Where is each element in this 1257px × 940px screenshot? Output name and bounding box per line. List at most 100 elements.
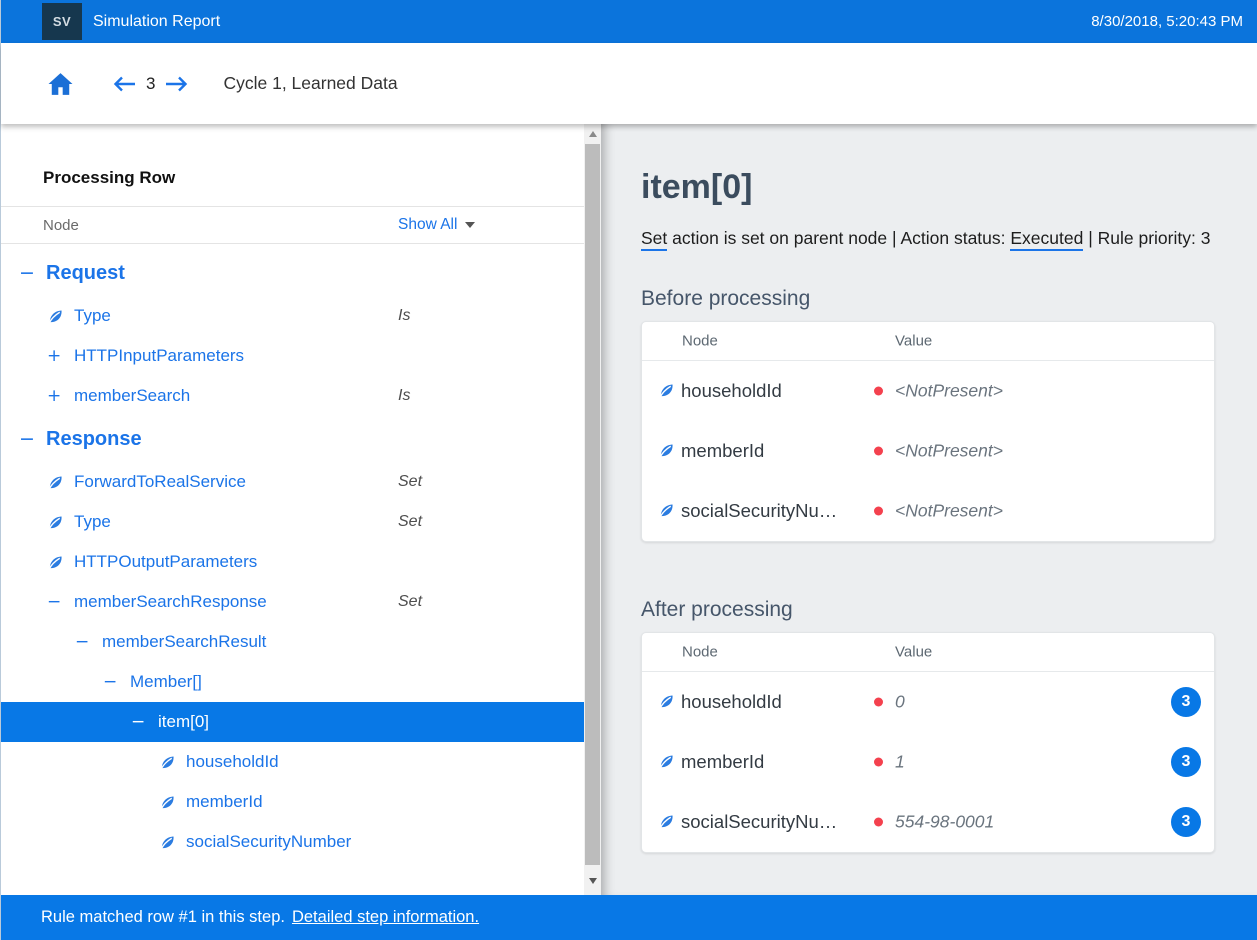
tree-item-member[interactable]: −Member[] [1, 662, 584, 702]
tree-item-label[interactable]: memberSearchResult [102, 632, 266, 652]
tree-item-label[interactable]: Type [74, 306, 111, 326]
leaf-icon [658, 442, 675, 459]
tree-item-type[interactable]: Type Set [1, 502, 584, 542]
tree-item-label[interactable]: HTTPOutputParameters [74, 552, 257, 572]
action-status[interactable]: Executed [1010, 228, 1083, 251]
tree-item-socialsecuritynumber[interactable]: socialSecurityNumber [1, 822, 584, 862]
tree-item-label[interactable]: Request [46, 262, 125, 285]
value-cell: <NotPresent> [874, 500, 1003, 521]
table-row: householdId03 [642, 672, 1214, 732]
scrollbar-thumb[interactable] [585, 144, 600, 865]
top-bar: SV Simulation Report 8/30/2018, 5:20:43 … [1, 0, 1257, 43]
tree-item-label[interactable]: memberId [186, 792, 263, 812]
chevron-down-icon [465, 222, 475, 228]
tree-item-label[interactable]: item[0] [158, 712, 209, 732]
page-title: item[0] [641, 168, 1257, 207]
node-value: <NotPresent> [895, 440, 1003, 461]
tree-item-response[interactable]: −Response [1, 416, 584, 462]
navigation-bar: 3 Cycle 1, Learned Data [1, 43, 1257, 124]
left-panel-scrollbar[interactable] [584, 124, 601, 895]
collapse-icon[interactable]: − [47, 592, 61, 612]
table-row: memberId13 [642, 732, 1214, 792]
tree-item-type[interactable]: Type Is [1, 296, 584, 336]
rule-badge[interactable]: 3 [1171, 747, 1201, 777]
scroll-down-icon[interactable] [584, 873, 601, 889]
changed-indicator-dot [874, 386, 883, 395]
tree-item-action: Is [398, 387, 410, 405]
next-step-arrow-icon[interactable] [164, 74, 189, 94]
after-processing-section: After processing Node Value householdId0… [641, 598, 1257, 853]
before-processing-section: Before processing Node Value householdId… [641, 287, 1257, 542]
tree-item-action: Set [398, 473, 422, 491]
collapse-icon[interactable]: − [131, 712, 145, 732]
tree-item-item-0[interactable]: −item[0] [1, 702, 584, 742]
status-bar: Rule matched row #1 in this step. Detail… [1, 895, 1257, 940]
processing-tree: −RequestTypeIs+HTTPInputParameters+membe… [1, 250, 584, 862]
tree-item-label[interactable]: socialSecurityNumber [186, 832, 351, 852]
changed-indicator-dot [874, 446, 883, 455]
collapse-icon[interactable]: − [19, 428, 35, 450]
after-rows: householdId03memberId13socialSecurityNu…… [642, 672, 1214, 852]
tree-item-label[interactable]: ForwardToRealService [74, 472, 246, 492]
collapse-icon[interactable]: − [19, 262, 35, 284]
sv-logo: SV [42, 3, 82, 40]
tree-item-action: Set [398, 513, 422, 531]
before-processing-table: Node Value householdId<NotPresent>member… [641, 321, 1215, 542]
detailed-step-link[interactable]: Detailed step information. [292, 908, 479, 927]
tree-item-membersearchresult[interactable]: −memberSearchResult [1, 622, 584, 662]
tree-item-httpoutputparameters[interactable]: HTTPOutputParameters [1, 542, 584, 582]
leaf-icon [47, 474, 64, 491]
expand-icon[interactable]: + [47, 386, 61, 406]
changed-indicator-dot [874, 757, 883, 766]
tree-item-httpinputparameters[interactable]: + HTTPInputParameters [1, 336, 584, 376]
before-processing-heading: Before processing [641, 287, 1257, 311]
leaf-icon [159, 834, 176, 851]
previous-step-arrow-icon[interactable] [112, 74, 137, 94]
leaf-icon [159, 754, 176, 771]
value-column-header: Value [895, 643, 932, 660]
report-timestamp: 8/30/2018, 5:20:43 PM [1091, 13, 1243, 30]
leaf-icon [658, 693, 675, 710]
app-title: Simulation Report [93, 13, 220, 31]
rule-badge[interactable]: 3 [1171, 687, 1201, 717]
collapse-icon[interactable]: − [75, 632, 89, 652]
tree-item-label[interactable]: memberSearch [74, 386, 190, 406]
tree-item-membersearchresponse[interactable]: −memberSearchResponseSet [1, 582, 584, 622]
collapse-icon[interactable]: − [103, 672, 117, 692]
expand-icon[interactable]: + [47, 346, 61, 366]
step-number: 3 [146, 74, 155, 94]
table-row: socialSecurityNu…554-98-00013 [642, 792, 1214, 852]
tree-item-label[interactable]: householdId [186, 752, 279, 772]
action-summary-text: action is set on parent node | Action st… [667, 228, 1010, 248]
tree-item-label[interactable]: Member[] [130, 672, 202, 692]
tree-item-label[interactable]: memberSearchResponse [74, 592, 267, 612]
tree-item-membersearch[interactable]: + memberSearch Is [1, 376, 584, 416]
node-name: householdId [681, 691, 782, 713]
tree-item-label[interactable]: Type [74, 512, 111, 532]
changed-indicator-dot [874, 817, 883, 826]
node-cell: socialSecurityNu… [658, 811, 837, 833]
tree-item-forwardtorealservice[interactable]: ForwardToRealService Set [1, 462, 584, 502]
node-detail-panel: item[0] Set action is set on parent node… [601, 124, 1257, 895]
node-name: socialSecurityNu… [681, 811, 837, 833]
node-cell: householdId [658, 691, 782, 713]
tree-item-householdid[interactable]: householdId [1, 742, 584, 782]
rule-badge[interactable]: 3 [1171, 807, 1201, 837]
tree-item-action: Is [398, 307, 410, 325]
show-all-dropdown[interactable]: Show All [398, 216, 475, 234]
tree-item-request[interactable]: −Request [1, 250, 584, 296]
node-value: <NotPresent> [895, 380, 1003, 401]
node-name: householdId [681, 380, 782, 402]
table-header: Node Value [642, 633, 1214, 672]
table-row: householdId <NotPresent> [642, 361, 1214, 421]
scroll-up-icon[interactable] [584, 126, 601, 142]
node-column-header: Node [682, 332, 718, 349]
action-name[interactable]: Set [641, 228, 667, 251]
simulation-report-app: SV Simulation Report 8/30/2018, 5:20:43 … [0, 0, 1257, 940]
leaf-icon [159, 794, 176, 811]
leaf-icon [47, 308, 64, 325]
tree-item-label[interactable]: Response [46, 428, 142, 451]
home-icon[interactable] [47, 72, 74, 96]
tree-item-label[interactable]: HTTPInputParameters [74, 346, 244, 366]
tree-item-memberid[interactable]: memberId [1, 782, 584, 822]
